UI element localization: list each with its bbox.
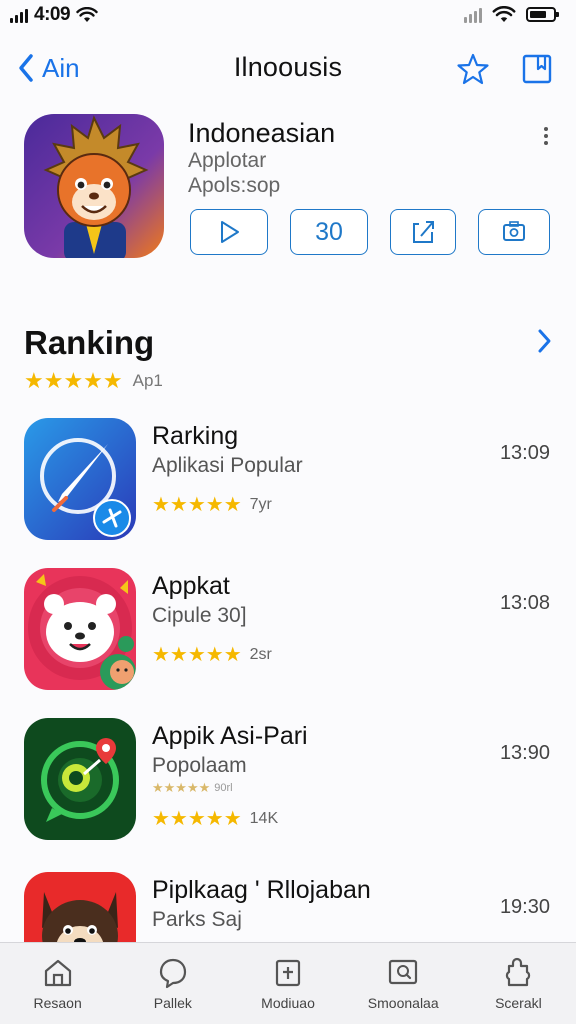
status-time: 4:09 xyxy=(34,4,71,25)
item-title: Appik Asi-Pari xyxy=(152,722,308,750)
tab-label: Smoonalaa xyxy=(367,995,439,1011)
tab-scerakl[interactable]: Scerakl xyxy=(461,943,576,1024)
star-rating-icon: ★★★★★ xyxy=(152,808,242,830)
item-subtitle: Popolaam xyxy=(152,754,247,777)
count-button[interactable]: 30 xyxy=(290,209,368,255)
item-subtitle: Parks Saj xyxy=(152,908,242,931)
item-subtitle: Cipule 30] xyxy=(152,604,247,627)
home-icon xyxy=(44,959,71,987)
puzzle-icon xyxy=(506,957,531,987)
app-name: Indoneasian xyxy=(188,118,336,148)
item-rating: ★★★★★ 2sr xyxy=(152,642,272,667)
tab-smoonalaa[interactable]: Smoonalaa xyxy=(346,943,461,1024)
app-store-page: 4:09 Ain Ilnoousis Indoneasian Applotar … xyxy=(0,0,576,1024)
search-box-icon xyxy=(389,959,418,985)
item-title: Appkat xyxy=(152,572,230,600)
status-right xyxy=(464,6,559,23)
section-rating: ★★★★★ Ap1 xyxy=(24,368,163,394)
chat-app-icon xyxy=(24,718,136,840)
signal-strength-icon xyxy=(464,7,482,23)
bookmark-icon[interactable] xyxy=(520,52,554,86)
wifi-icon xyxy=(492,6,516,22)
app-subtitle-secondary: Apols:sop xyxy=(188,174,281,197)
list-item[interactable]: Appik Asi-Pari Popolaam ★★★★★ 90rl ★★★★★… xyxy=(0,718,576,842)
rating-count: Ap1 xyxy=(132,371,163,390)
play-button[interactable] xyxy=(190,209,268,255)
item-rating-count: 7yr xyxy=(249,495,272,513)
tab-modiuao[interactable]: Modiuao xyxy=(230,943,345,1024)
tab-label: Resaon xyxy=(33,995,82,1011)
status-left: 4:09 xyxy=(10,4,98,26)
item-rating: ★★★★★ 14K xyxy=(152,806,278,831)
item-small-rating-count: 90rl xyxy=(214,782,233,794)
app-header: Indoneasian Applotar Apols:sop 30 xyxy=(0,112,576,272)
bubble-icon xyxy=(159,958,186,989)
star-rating-icon: ★★★★★ xyxy=(152,494,242,516)
section-title: Ranking xyxy=(24,324,155,361)
tab-label: Modiuao xyxy=(261,995,315,1011)
star-rating-icon: ★★★★★ xyxy=(152,644,242,666)
status-bar: 4:09 xyxy=(0,0,576,32)
item-rating-count: 14K xyxy=(249,809,279,827)
share-icon xyxy=(413,221,434,243)
count-label: 30 xyxy=(315,217,343,246)
camera-button[interactable] xyxy=(478,209,550,255)
item-small-rating: ★★★★★ 90rl xyxy=(152,780,233,796)
battery-icon xyxy=(526,7,559,22)
item-title: Piplkaag ' Rllojaban xyxy=(152,876,371,904)
nav-actions xyxy=(456,52,554,86)
item-rating-count: 2sr xyxy=(249,645,272,663)
share-button[interactable] xyxy=(390,209,456,255)
more-options-icon[interactable] xyxy=(542,124,550,148)
item-time: 13:08 xyxy=(499,592,550,614)
item-rating: ★★★★★ 7yr xyxy=(152,492,272,517)
item-time: 19:30 xyxy=(499,896,550,918)
item-title: Rarking xyxy=(152,422,239,450)
app-subtitle: Applotar xyxy=(188,149,267,172)
star-rating-icon: ★★★★★ xyxy=(24,368,123,393)
play-icon xyxy=(221,221,239,243)
tab-bar: Resaon Pallek Modiuao Smoonalaa Scerakl xyxy=(0,942,576,1024)
wifi-icon xyxy=(76,7,98,22)
camera-icon xyxy=(503,221,525,241)
item-time: 13:90 xyxy=(499,742,550,764)
compass-app-icon xyxy=(24,418,136,540)
action-buttons: 30 xyxy=(190,209,550,255)
small-star-rating-icon: ★★★★★ xyxy=(152,780,211,795)
tab-label: Pallek xyxy=(153,995,192,1011)
signal-icon xyxy=(10,7,28,23)
item-time: 13:09 xyxy=(499,442,550,464)
tab-pallek[interactable]: Pallek xyxy=(115,943,230,1024)
tab-home[interactable]: Resaon xyxy=(0,943,115,1024)
tab-label: Scerakl xyxy=(495,995,542,1011)
list-item[interactable]: Rarking Aplikasi Popular ★★★★★ 7yr 13:09 xyxy=(0,418,576,542)
nav-bar: Ain Ilnoousis xyxy=(0,44,576,94)
app-icon[interactable] xyxy=(24,114,164,258)
star-icon[interactable] xyxy=(456,52,490,86)
doc-icon xyxy=(275,959,301,987)
bear-app-icon xyxy=(24,568,136,690)
chevron-right-icon[interactable] xyxy=(536,328,552,354)
item-subtitle: Aplikasi Popular xyxy=(152,454,303,477)
ranking-section-header: Ranking ★★★★★ Ap1 xyxy=(0,320,576,400)
list-item[interactable]: Appkat Cipule 30] ★★★★★ 2sr 13:08 xyxy=(0,568,576,692)
